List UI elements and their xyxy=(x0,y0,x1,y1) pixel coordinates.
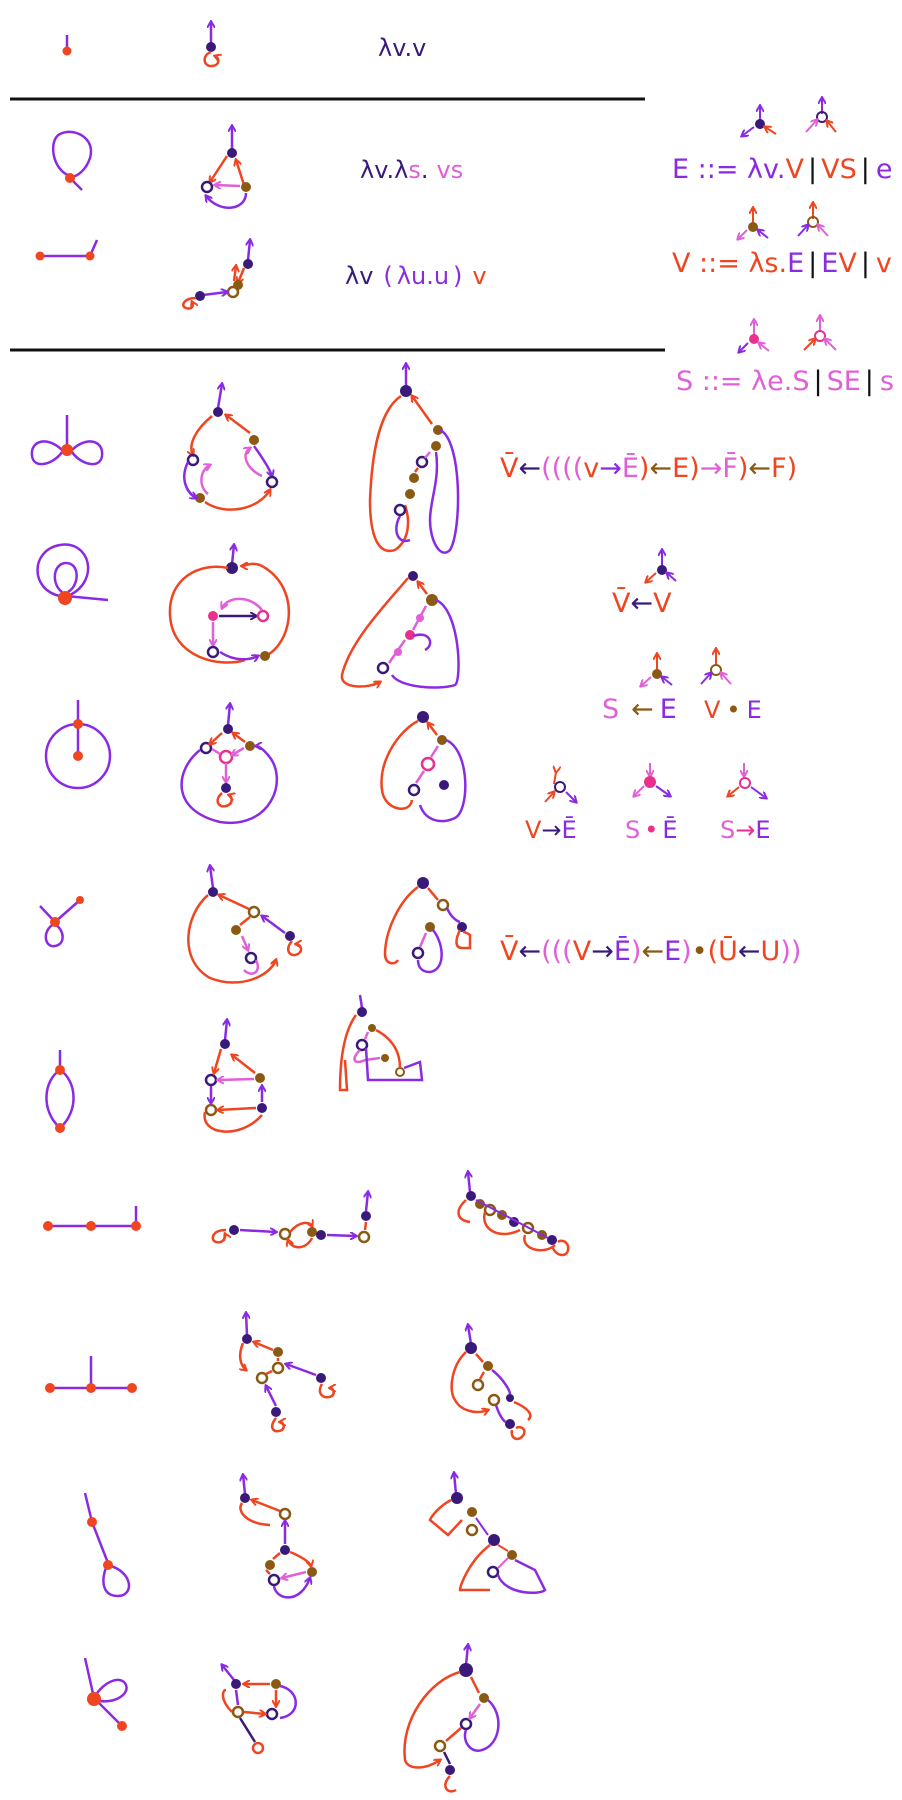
row1-graph xyxy=(203,22,219,68)
grammar-S-icons xyxy=(739,316,837,352)
legend-s-e: S ← E xyxy=(602,694,677,725)
row11-graph xyxy=(240,1475,317,1599)
row6-graph xyxy=(180,704,279,825)
legend-v-ebar-icon xyxy=(544,772,576,802)
row3-term: λv(λu.u) v xyxy=(345,262,487,290)
row4-graph xyxy=(183,384,279,511)
grammar-S-rule: S ::= λe.S | SE | s xyxy=(676,366,894,397)
legend-s-e2-icon xyxy=(728,763,766,798)
grammar-V-icons xyxy=(738,203,829,239)
row6-folded-graph xyxy=(380,711,467,823)
row9-folded-graph xyxy=(457,1172,570,1257)
row2-map xyxy=(51,130,93,191)
row10-folded-graph xyxy=(450,1325,532,1441)
legend-v-e-icon xyxy=(700,649,732,685)
row8-map xyxy=(45,1050,75,1133)
row2-graph xyxy=(200,126,251,209)
row7-folded-graph xyxy=(383,877,472,974)
row11-folded-graph xyxy=(428,1473,547,1594)
row9-map xyxy=(43,1206,141,1231)
row5-map xyxy=(36,543,109,605)
row11-map xyxy=(83,1492,131,1598)
row3-map xyxy=(35,239,99,261)
row5-folded-graph xyxy=(340,571,460,689)
row7-graph xyxy=(187,866,303,984)
legend-vbar-v-icon xyxy=(646,550,677,582)
row1-map xyxy=(62,35,72,56)
grammar-E-icons xyxy=(742,98,837,136)
legend-v-ebar: V→Ē xyxy=(525,815,577,844)
row4-type-expression: V̄←((((v→Ē)←E)→F̄)←F) xyxy=(500,452,797,484)
row8-graph xyxy=(203,1020,267,1133)
row4-folded-graph xyxy=(368,364,460,554)
legend-s-ebar-icon xyxy=(634,763,670,796)
row2-term: λv.λs. vs xyxy=(360,156,463,184)
row8-folded-graph xyxy=(338,994,424,1092)
row10-map xyxy=(45,1356,137,1393)
row7-map xyxy=(39,896,84,948)
row7-type-expression: V̄←(((V→Ē)←E)•(Ū←U)) xyxy=(500,935,801,967)
row12-map xyxy=(83,1657,128,1731)
row9-graph xyxy=(211,1192,371,1249)
legend-s-e2: S→E xyxy=(720,816,771,844)
legend-v-e: V • E xyxy=(704,696,762,724)
lambda-map-diagram: λv.v λv.λs. vs λv(λu.u) v E::= λv.V | V… xyxy=(10,0,894,1793)
legend-vbar-v: V̄←V xyxy=(612,587,672,619)
row4-map xyxy=(30,415,104,466)
row12-graph xyxy=(222,1665,297,1755)
row5-graph xyxy=(168,545,291,664)
grammar-V-rule: V ::= λs.E | EV | v xyxy=(672,248,892,279)
row10-graph xyxy=(240,1313,334,1433)
grammar-E-rule: E ::= λv.V | VS | e xyxy=(672,154,892,185)
legend-s-ebar: S • Ē xyxy=(625,815,678,844)
row3-graph xyxy=(182,240,253,310)
diagram-canvas: λv.v λv.λs. vs λv(λu.u) v E::= λv.V | V… xyxy=(0,0,902,1800)
legend-s-e-icon xyxy=(641,654,673,686)
row12-folded-graph xyxy=(403,1645,500,1793)
row6-map xyxy=(44,700,112,790)
row1-term: λv.v xyxy=(378,34,426,62)
